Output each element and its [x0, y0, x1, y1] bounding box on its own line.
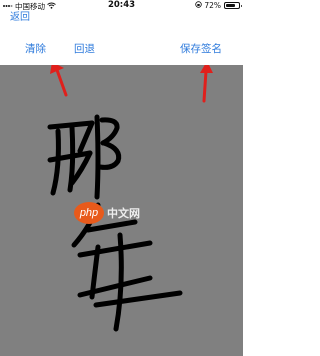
back-button[interactable]: 返回 — [10, 12, 30, 24]
clear-button[interactable]: 清除 — [25, 43, 46, 56]
status-right: 72% — [195, 1, 242, 10]
php-logo: php — [74, 202, 104, 224]
red-arrow-left — [55, 68, 68, 97]
battery-percent: 72% — [204, 1, 221, 10]
signature-stroke — [50, 128, 61, 196]
save-signature-button[interactable]: 保存签名 — [180, 43, 222, 56]
status-bar: 中国移动 20:43 72% — [0, 0, 243, 11]
signature-stroke — [99, 117, 120, 146]
undo-button[interactable]: 回退 — [74, 43, 95, 56]
watermark-text: 中文网 — [107, 207, 140, 220]
red-arrow-right — [202, 69, 208, 103]
signature-stroke — [77, 120, 95, 154]
annotation-arrows — [50, 65, 213, 103]
signature-canvas[interactable]: php 中文网 — [0, 65, 243, 356]
watermark: php 中文网 — [74, 202, 140, 224]
orientation-lock-icon — [195, 1, 203, 10]
battery-icon — [224, 2, 242, 9]
signature-stroke — [97, 140, 122, 170]
red-arrow-right-head — [200, 65, 213, 73]
signature-stroke — [94, 114, 101, 200]
signature-stroke — [77, 240, 153, 258]
signature-stroke — [67, 124, 76, 193]
signature-stroke — [93, 290, 183, 308]
